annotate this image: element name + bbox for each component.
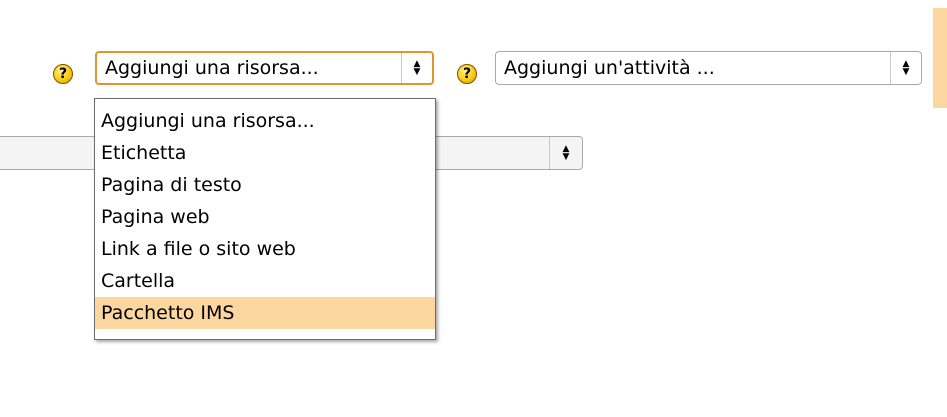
add-resource-select[interactable]: Aggiungi una risorsa... ▲ ▼ xyxy=(95,51,434,85)
dropdown-option[interactable]: Etichetta xyxy=(95,137,435,169)
dropdown-option-highlighted[interactable]: Pacchetto IMS xyxy=(95,297,435,329)
resource-dropdown-list: Aggiungi una risorsa... Etichetta Pagina… xyxy=(94,98,436,340)
select-arrows-icon: ▲ ▼ xyxy=(401,53,432,83)
dropdown-option[interactable]: Cartella xyxy=(95,265,435,297)
dropdown-option[interactable]: Pagina web xyxy=(95,201,435,233)
page-edge-strip xyxy=(933,8,947,108)
add-activity-select-value: Aggiungi un'attività ... xyxy=(504,57,715,79)
select-arrows-icon: ▲ ▼ xyxy=(890,52,921,84)
add-resource-select-value: Aggiungi una risorsa... xyxy=(105,57,319,79)
dropdown-option[interactable]: Pagina di testo xyxy=(95,169,435,201)
add-activity-select[interactable]: Aggiungi un'attività ... ▲ ▼ xyxy=(495,51,922,85)
help-icon[interactable]: ? xyxy=(457,64,477,84)
dropdown-option[interactable]: Link a file o sito web xyxy=(95,233,435,265)
help-icon[interactable]: ? xyxy=(53,64,73,84)
dropdown-option[interactable]: Aggiungi una risorsa... xyxy=(95,105,435,137)
select-arrows-icon: ▲ ▼ xyxy=(549,137,582,169)
